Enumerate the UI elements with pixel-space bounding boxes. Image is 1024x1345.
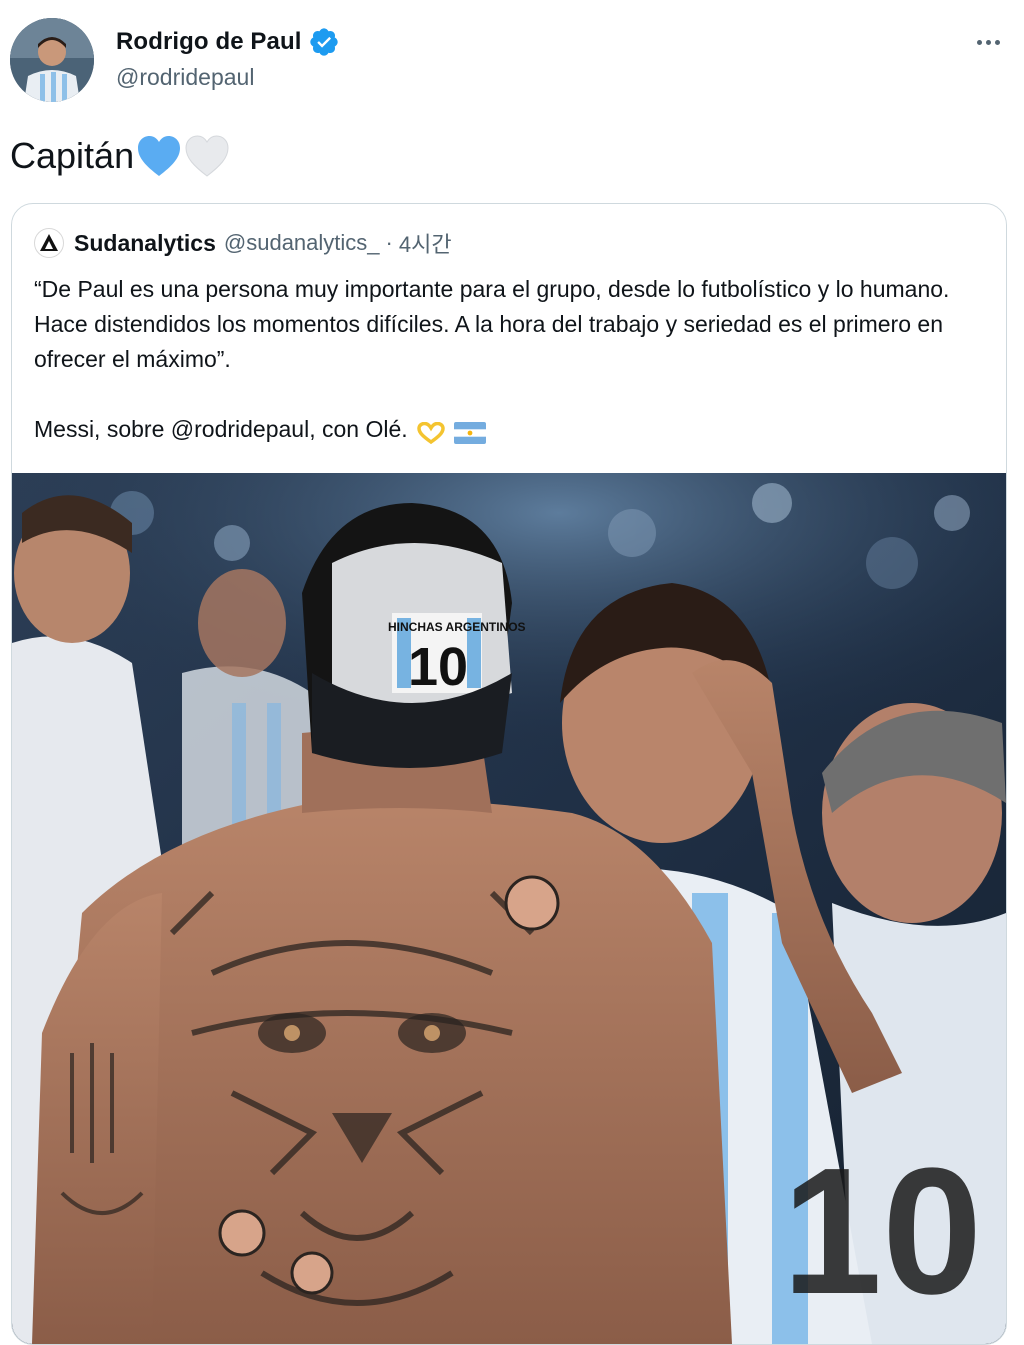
- more-horizontal-icon[interactable]: [968, 30, 1008, 54]
- white-heart-icon: [184, 134, 230, 178]
- argentina-flag-icon: [453, 419, 486, 444]
- heart-hands-icon: [416, 419, 446, 444]
- triangle-logo-icon: [40, 234, 58, 251]
- tweet-text-content: Capitán: [10, 135, 135, 176]
- avatar-image: [10, 18, 94, 102]
- quote-author-avatar[interactable]: [34, 228, 64, 258]
- quote-author-handle[interactable]: @sudanalytics_: [224, 230, 380, 256]
- author-handle[interactable]: @rodridepaul: [116, 64, 340, 91]
- cap-number: 10: [408, 637, 468, 697]
- quote-paragraph-1: “De Paul es una persona muy importante p…: [34, 276, 950, 372]
- tweet: Rodrigo de Paul @rodridepaul Capitán Sud…: [0, 0, 1024, 1345]
- tweet-text: Capitán: [10, 134, 230, 178]
- quote-body: “De Paul es una persona muy importante p…: [34, 272, 989, 447]
- author-block: Rodrigo de Paul @rodridepaul: [116, 26, 340, 91]
- blue-heart-icon: [136, 134, 182, 178]
- cap-text: HINCHAS ARGENTINOS: [388, 620, 526, 634]
- quote-tweet-card[interactable]: Sudanalytics @sudanalytics_ · 4시간 “De Pa…: [11, 203, 1007, 1345]
- quote-separator: ·: [385, 230, 393, 255]
- verified-badge-icon: [308, 26, 340, 58]
- quote-media-photo[interactable]: 10 NO: [12, 473, 1006, 1344]
- author-avatar[interactable]: [10, 18, 94, 102]
- quote-author-name[interactable]: Sudanalytics: [74, 230, 216, 257]
- photo-image: 10 NO: [12, 473, 1006, 1344]
- quote-paragraph-2: Messi, sobre @rodridepaul, con Olé.: [34, 416, 408, 442]
- author-display-name[interactable]: Rodrigo de Paul: [116, 28, 302, 56]
- svg-text:10: 10: [782, 1131, 982, 1332]
- quote-timestamp[interactable]: 4시간: [399, 227, 452, 259]
- quote-header: Sudanalytics @sudanalytics_ · 4시간: [34, 228, 452, 258]
